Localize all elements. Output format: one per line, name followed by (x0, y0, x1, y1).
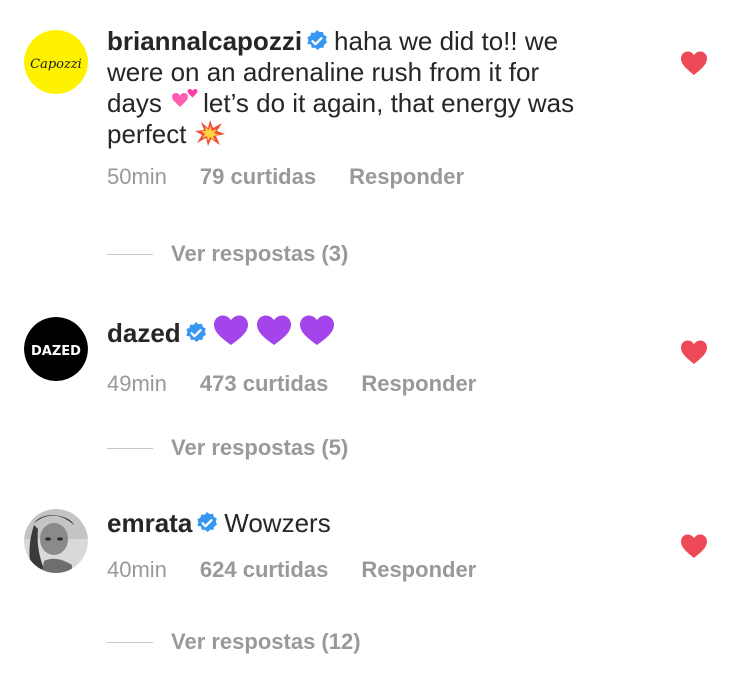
view-replies[interactable]: Ver respostas (3) (107, 241, 348, 267)
view-replies-label[interactable]: Ver respostas (12) (171, 629, 361, 655)
purple-heart-emoji-icon (213, 314, 249, 346)
username[interactable]: emrata (107, 508, 192, 538)
purple-heart-emoji-icon (299, 314, 335, 346)
comment-time: 50min (107, 164, 167, 189)
comment-meta: 49min 473 curtidas Responder (107, 371, 662, 397)
divider-line (107, 253, 153, 255)
divider-line (107, 641, 153, 643)
divider-line (107, 447, 153, 449)
username[interactable]: briannalcapozzi (107, 26, 302, 56)
dazed-logo-avatar: DAZED (24, 317, 88, 381)
verified-badge-icon (185, 322, 207, 344)
avatar[interactable]: DAZED (24, 317, 88, 381)
verified-badge-icon (196, 512, 218, 534)
like-heart-icon[interactable] (680, 50, 708, 76)
comment-text: dazed (107, 314, 662, 349)
like-count[interactable]: 624 curtidas (200, 557, 328, 583)
view-replies-label[interactable]: Ver respostas (5) (171, 435, 348, 461)
like-heart-icon[interactable] (680, 533, 708, 559)
purple-heart-emoji-icon (256, 314, 292, 346)
comment-text: briannalcapozzi haha we did to!! we were … (107, 26, 575, 149)
comment-time: 49min (107, 371, 167, 396)
comment-meta: 50min 79 curtidas Responder (107, 164, 662, 190)
svg-text:DAZED: DAZED (31, 344, 81, 359)
like-heart-icon[interactable] (680, 339, 708, 365)
two-hearts-emoji-icon (169, 88, 203, 116)
like-count[interactable]: 79 curtidas (200, 164, 316, 190)
username[interactable]: dazed (107, 318, 181, 348)
comment-time: 40min (107, 557, 167, 582)
capozzi-logo-avatar: Capozzi (24, 30, 88, 94)
view-replies-label[interactable]: Ver respostas (3) (171, 241, 348, 267)
comment-meta: 40min 624 curtidas Responder (107, 557, 662, 583)
view-replies[interactable]: Ver respostas (12) (107, 629, 361, 655)
svg-text:Capozzi: Capozzi (30, 57, 82, 72)
collision-emoji-icon (194, 119, 226, 147)
like-count[interactable]: 473 curtidas (200, 371, 328, 397)
reply-button[interactable]: Responder (361, 557, 476, 583)
comment-text: emrata Wowzers (107, 508, 331, 538)
verified-badge-icon (306, 30, 328, 52)
profile-photo-avatar (24, 509, 88, 573)
reply-button[interactable]: Responder (361, 371, 476, 397)
avatar[interactable] (24, 509, 88, 573)
view-replies[interactable]: Ver respostas (5) (107, 435, 348, 461)
reply-button[interactable]: Responder (349, 164, 464, 190)
avatar[interactable]: Capozzi (24, 30, 88, 94)
